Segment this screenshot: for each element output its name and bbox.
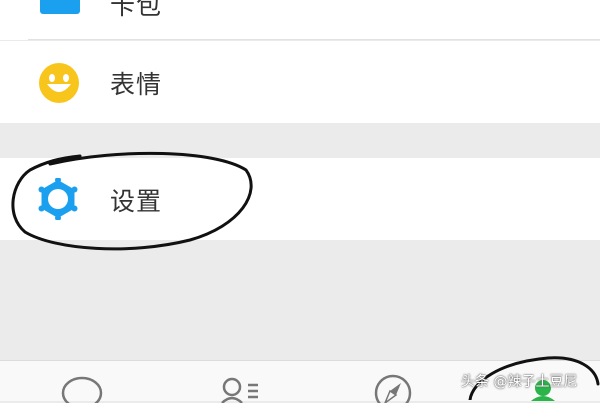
menu-item-emoji[interactable]: 表情 bbox=[0, 41, 600, 123]
menu-item-label: 卡包 bbox=[110, 0, 163, 20]
gear-icon bbox=[38, 178, 78, 220]
divider bbox=[28, 39, 600, 40]
chat-bubble-icon[interactable] bbox=[60, 373, 104, 403]
watermark: 头条 @辣子土豆尼 bbox=[461, 374, 578, 390]
card-icon bbox=[40, 0, 80, 14]
contacts-icon[interactable] bbox=[220, 373, 264, 403]
menu-item-settings[interactable]: 设置 bbox=[0, 158, 600, 240]
menu-item-label: 设置 bbox=[110, 187, 163, 216]
menu-item-label: 表情 bbox=[110, 70, 163, 99]
menu-item-card-pack[interactable]: 卡包 bbox=[0, 0, 600, 40]
compass-icon[interactable] bbox=[373, 373, 413, 403]
smiley-face-icon bbox=[39, 63, 79, 103]
